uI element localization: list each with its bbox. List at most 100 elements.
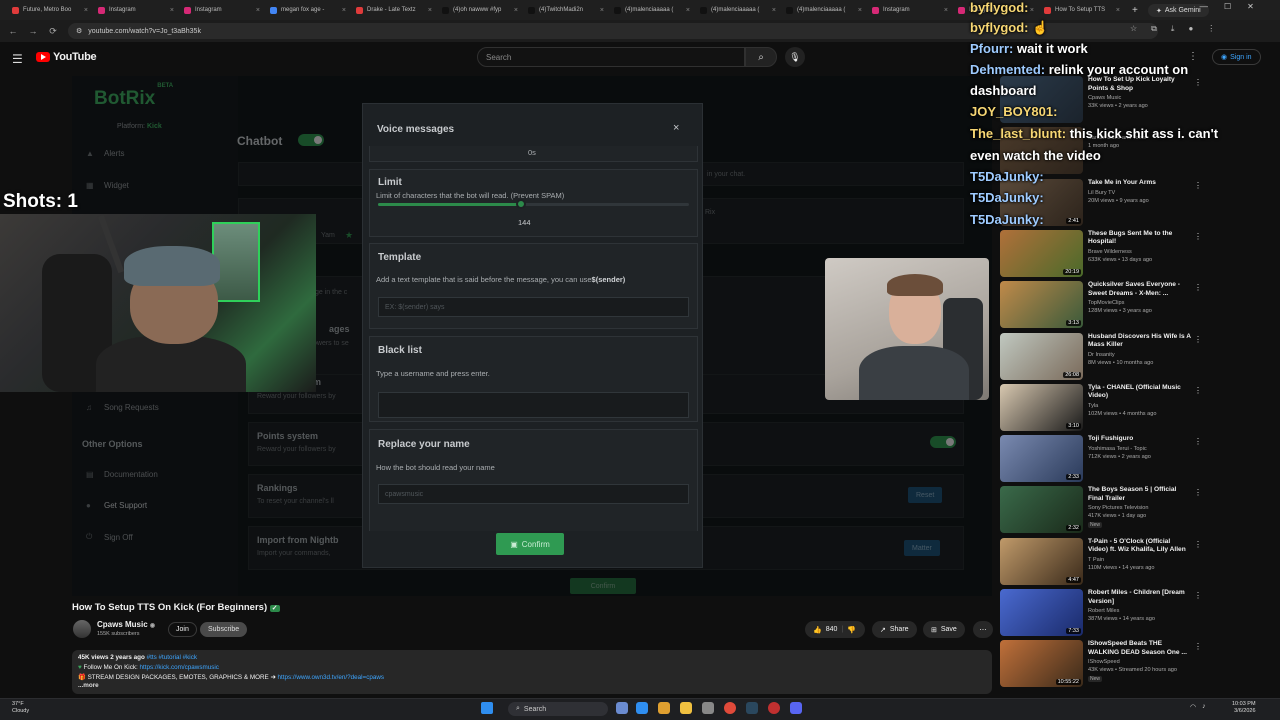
browser-tab[interactable]: How To Setup TTS × [1040,1,1124,19]
join-button[interactable]: Join [168,622,197,637]
video-thumbnail[interactable]: 2:33 [1000,435,1083,483]
browser-tab[interactable]: (4)oh nawww #fyp × [438,1,522,19]
download-icon[interactable]: ⤓ [1171,24,1175,34]
task-view-icon[interactable] [616,702,628,714]
recommendation-title[interactable]: Toji Fushiguro [1088,435,1192,444]
recommendation-channel[interactable]: Dr Insanity [1088,352,1115,358]
more-options-icon[interactable]: ⋮ [1194,232,1202,241]
reload-icon[interactable]: ⟳ [48,26,58,37]
more-options-icon[interactable]: ⋮ [1194,78,1202,87]
recommendation-item[interactable]: 7:33 Robert Miles - Children [Dream Versi… [1000,589,1202,639]
recommendation-item[interactable]: 3:13 Quicksilver Saves Everyone - Sweet D… [1000,281,1202,331]
youtube-logo[interactable]: YouTube [36,51,97,63]
recommendation-channel[interactable]: Tyla [1088,403,1098,409]
new-tab-button[interactable]: + [1126,5,1144,16]
tab-close-icon[interactable]: × [514,7,518,14]
volume-icon[interactable]: ♪ [1202,703,1206,711]
tab-close-icon[interactable]: × [772,7,776,14]
wifi-icon[interactable]: ◠ [1190,703,1196,711]
recommendation-item[interactable]: 3:10 Tyla - CHANEL (Official Music Video)… [1000,383,1202,434]
kick-link[interactable]: https://kick.com/cpawsmusic [140,664,219,671]
recommendation-channel[interactable]: Sony Pictures Television [1088,505,1149,511]
more-actions-button[interactable]: ⋯ [973,621,993,638]
video-thumbnail[interactable]: 10:55:22 [1000,640,1083,688]
video-thumbnail[interactable]: 3:13 [1000,281,1083,329]
browser-tab[interactable]: (4)malenciaaaaa (× [696,1,780,19]
tab-close-icon[interactable]: × [686,7,690,14]
close-icon[interactable]: ✕ [1247,2,1254,11]
recommendation-channel[interactable]: Brave Wilderness [1088,249,1132,255]
more-options-icon[interactable]: ⋮ [1194,335,1202,344]
voice-search-button[interactable]: 🎙 [785,47,805,67]
chrome-icon[interactable] [724,702,736,714]
recommendation-item[interactable]: 10:55:22 IShowSpeed Beats THE WALKING DEA… [1000,640,1202,690]
more-options-icon[interactable]: ⋮ [1194,386,1202,395]
blacklist-input[interactable] [378,392,689,418]
recommendation-item[interactable]: 4:47 T-Pain - 5 O'Clock (Official Video) … [1000,537,1202,588]
more-options-icon[interactable]: ⋮ [1194,642,1202,651]
recommendation-channel[interactable]: IShowSpeed [1088,659,1120,665]
tab-close-icon[interactable]: × [1116,7,1120,14]
replace-name-input[interactable]: cpawsmusic [378,484,689,504]
save-button[interactable]: ⊞ Save [923,621,965,638]
recommendation-title[interactable]: These Bugs Sent Me to the Hospital! [1088,230,1192,247]
recommendation-channel[interactable]: Robert Miles [1088,608,1119,614]
extensions-icon[interactable]: ⧉ [1151,24,1157,34]
folder-icon[interactable] [680,702,692,714]
video-thumbnail[interactable]: 20:19 [1000,229,1083,277]
recommendation-title[interactable]: Quicksilver Saves Everyone - Sweet Dream… [1088,281,1192,298]
channel-name[interactable]: Cpaws Music ◉ [97,620,155,629]
tab-close-icon[interactable]: × [84,7,88,14]
subscribe-button[interactable]: Subscribe [200,622,248,637]
recommendation-title[interactable]: T-Pain - 5 O'Clock (Official Video) ft. … [1088,538,1192,555]
taskbar-search[interactable]: ⌕ Search [508,702,608,716]
browser-tab[interactable]: megan fox age - × [266,1,350,19]
profile-icon[interactable]: ● [1188,24,1193,34]
recommendation-title[interactable]: IShowSpeed Beats THE WALKING DEAD Season… [1088,640,1192,657]
recommendation-title[interactable]: Husband Discovers His Wife Is A Mass Kil… [1088,333,1192,350]
bookmark-star-icon[interactable]: ☆ [1130,24,1137,34]
back-icon[interactable]: ← [8,26,18,36]
tab-close-icon[interactable]: × [1030,7,1034,14]
recommendation-title[interactable]: Tyla - CHANEL (Official Music Video) [1088,384,1192,401]
steam-icon[interactable] [746,702,758,714]
weather-widget[interactable]: 37°F Cloudy [12,701,29,715]
browser-tab[interactable]: Instagram × [180,1,264,19]
confirm-button[interactable]: ▣ Confirm [496,533,564,555]
youtube-search-input[interactable]: Search [477,47,745,67]
more-options-icon[interactable]: ⋮ [1194,437,1202,446]
more-options-icon[interactable]: ⋮ [1194,283,1202,292]
browser-tab[interactable]: (4)malenciaaaaa (× [610,1,694,19]
video-thumbnail[interactable]: 2:32 [1000,486,1083,534]
browser-tab[interactable]: Instagram × [868,1,952,19]
forward-icon[interactable]: → [28,26,38,36]
more-options-icon[interactable]: ⋮ [1194,488,1202,497]
video-thumbnail[interactable]: 7:33 [1000,589,1083,636]
browser-tab[interactable]: Drake - Late Textz × [352,1,436,19]
search-button[interactable]: ⌕ [745,47,777,67]
video-thumbnail[interactable]: 4:47 [1000,537,1083,585]
recommendation-title[interactable]: Robert Miles - Children [Dream Version] [1088,589,1192,606]
own3d-link[interactable]: https://www.own3d.tv/en/?deal=cpaws [278,674,385,681]
tab-close-icon[interactable]: × [170,7,174,14]
menu-dots-icon[interactable]: ⋮ [1207,24,1215,34]
clock[interactable]: 10:03 PM 3/6/2026 [1232,701,1256,715]
tab-close-icon[interactable]: × [944,7,948,14]
browser-tab[interactable]: Instagram × [94,1,178,19]
recommendation-channel[interactable]: Lil Bury TV [1088,190,1115,196]
more-options-icon[interactable]: ⋮ [1194,181,1202,190]
recommendation-channel[interactable]: Yoshimasa Terui - Topic [1088,446,1147,452]
recommendation-item[interactable]: 26:08 Husband Discovers His Wife Is A Mas… [1000,332,1202,383]
more-options-icon[interactable]: ⋮ [1194,540,1202,549]
video-thumbnail[interactable]: 3:10 [1000,383,1083,431]
minimize-icon[interactable]: — [1200,2,1208,11]
like-dislike-button[interactable]: 👍 840 | 👎 [805,621,865,638]
edge-icon[interactable] [636,702,648,714]
template-input[interactable]: EX: $(sender) says [378,297,689,317]
tab-close-icon[interactable]: × [428,7,432,14]
tab-close-icon[interactable]: × [600,7,604,14]
limit-slider[interactable] [378,199,689,209]
site-info-icon[interactable]: ⚙ [76,27,82,35]
channel-avatar[interactable] [73,620,91,638]
browser-tab[interactable]: Future, Metro Boo × [8,1,92,19]
